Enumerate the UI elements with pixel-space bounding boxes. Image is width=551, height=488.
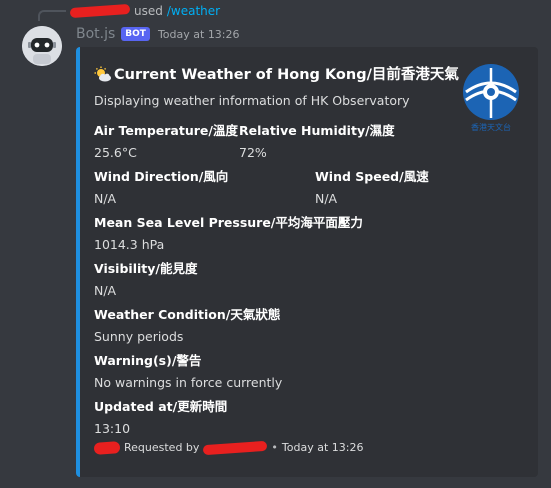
field-air-temperature: Air Temperature/溫度 25.6°C bbox=[94, 120, 238, 160]
field-value: 72% bbox=[239, 145, 267, 160]
field-name: Relative Humidity/濕度 bbox=[239, 123, 395, 138]
bot-avatar[interactable] bbox=[22, 26, 62, 66]
reply-used-text: used bbox=[134, 4, 163, 18]
sun-behind-cloud-icon bbox=[94, 66, 111, 81]
field-name: Air Temperature/溫度 bbox=[94, 123, 238, 138]
reply-connector-line bbox=[38, 10, 66, 21]
message-timestamp: Today at 13:26 bbox=[157, 27, 240, 41]
footer-requested-by: Requested by bbox=[124, 441, 200, 454]
field-name: Updated at/更新時間 bbox=[94, 399, 228, 414]
redacted-footer-avatar bbox=[93, 440, 121, 455]
field-name: Mean Sea Level Pressure/平均海平面壓力 bbox=[94, 215, 363, 230]
embed-footer: Requested by • Today at 13:26 bbox=[93, 440, 364, 455]
field-relative-humidity: Relative Humidity/濕度 72% bbox=[239, 120, 395, 160]
footer-separator: • bbox=[271, 441, 278, 454]
field-value: N/A bbox=[94, 283, 117, 298]
field-name: Warning(s)/警告 bbox=[94, 353, 202, 368]
field-sea-level-pressure: Mean Sea Level Pressure/平均海平面壓力 1014.3 h… bbox=[94, 212, 363, 252]
field-visibility: Visibility/能見度 N/A bbox=[94, 258, 197, 298]
footer-timestamp: Today at 13:26 bbox=[281, 441, 364, 454]
embed-description: Displaying weather information of HK Obs… bbox=[94, 93, 410, 108]
bot-tag-badge: BOT bbox=[121, 27, 150, 41]
redacted-username bbox=[69, 3, 131, 19]
field-value: N/A bbox=[315, 191, 338, 206]
field-name: Weather Condition/天氣狀態 bbox=[94, 307, 281, 322]
field-value: 13:10 bbox=[94, 421, 131, 436]
field-wind-direction: Wind Direction/風向 N/A bbox=[94, 166, 228, 206]
field-value: 25.6°C bbox=[94, 145, 137, 160]
field-updated-at: Updated at/更新時間 13:10 bbox=[94, 396, 227, 436]
field-name: Visibility/能見度 bbox=[94, 261, 198, 276]
reply-context[interactable]: used /weather bbox=[69, 3, 220, 19]
bot-username[interactable]: Bot.js bbox=[76, 26, 115, 42]
embed-title: Current Weather of Hong Kong/目前香港天氣 bbox=[94, 63, 459, 84]
field-value: N/A bbox=[94, 191, 117, 206]
field-name: Wind Speed/風速 bbox=[315, 169, 429, 184]
weather-embed: Current Weather of Hong Kong/目前香港天氣 Disp… bbox=[76, 47, 538, 477]
redacted-requester-name bbox=[203, 440, 268, 455]
field-value: Sunny periods bbox=[94, 329, 184, 344]
field-wind-speed: Wind Speed/風速 N/A bbox=[315, 166, 429, 206]
field-name: Wind Direction/風向 bbox=[94, 169, 229, 184]
embed-title-text: Current Weather of Hong Kong/目前香港天氣 bbox=[114, 67, 459, 83]
field-value: No warnings in force currently bbox=[94, 375, 283, 390]
logo-caption: 香港天文台 bbox=[471, 122, 511, 132]
field-weather-condition: Weather Condition/天氣狀態 Sunny periods bbox=[94, 304, 280, 344]
hk-observatory-logo: 香港天文台 bbox=[463, 64, 519, 132]
robot-avatar-icon bbox=[22, 26, 62, 66]
field-warnings: Warning(s)/警告 No warnings in force curre… bbox=[94, 350, 282, 390]
message-header: Bot.js BOT Today at 13:26 bbox=[76, 24, 240, 44]
field-value: 1014.3 hPa bbox=[94, 237, 165, 252]
reply-command-link[interactable]: /weather bbox=[167, 4, 220, 18]
